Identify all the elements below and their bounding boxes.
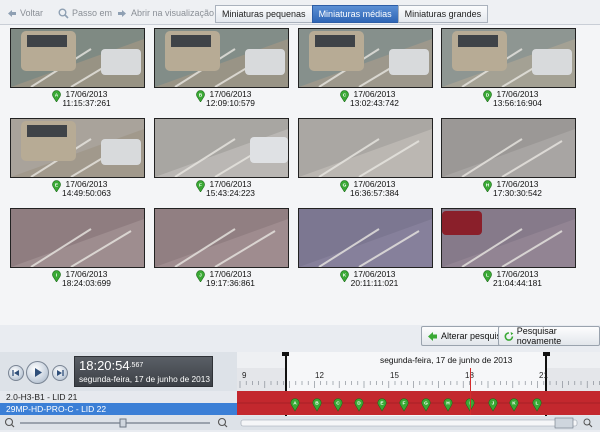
step-label: Passo em	[72, 8, 113, 18]
thumbnail-image[interactable]	[441, 118, 576, 178]
scrollbar-thumb[interactable]	[554, 417, 574, 429]
thumbnail-image[interactable]	[154, 118, 289, 178]
thumbnail-time: 17:30:30:542	[493, 188, 542, 198]
current-time: 18:20:54	[79, 358, 130, 373]
hour-tick-label: 21	[539, 371, 548, 380]
thumbnail-time: 21:04:44:181	[493, 278, 542, 288]
thumbnail-caption: 17/06/2013 18:24:03:699	[20, 270, 153, 288]
tab-medium-thumbnails[interactable]: Miniaturas médias	[311, 5, 399, 23]
svg-text:D: D	[357, 401, 361, 407]
thumbnail-time: 16:36:57:384	[350, 188, 399, 198]
track-label: 29MP-HD-PRO-C - LID 22	[6, 404, 107, 414]
tab-small-thumbnails[interactable]: Miniaturas pequenas	[215, 5, 313, 23]
thumbnail-caption: 17/06/2013 11:15:37:261	[20, 90, 153, 108]
thumbnail-time: 13:56:16:904	[493, 98, 542, 108]
track-row-2[interactable]: 29MP-HD-PRO-C - LID 22	[0, 403, 237, 415]
svg-text:F: F	[403, 401, 406, 407]
play-button[interactable]	[26, 361, 49, 384]
zoom-slider-track[interactable]	[20, 422, 210, 424]
track-row-1[interactable]: 2.0-H3-B1 - LID 21	[0, 391, 237, 403]
next-icon	[57, 370, 64, 376]
zoom-slider-thumb[interactable]	[119, 418, 127, 428]
thumbnail-image[interactable]	[298, 208, 433, 268]
previous-icon	[12, 370, 19, 376]
search-again-button[interactable]: Pesquisar novamente	[498, 326, 600, 346]
current-time-ms: .567	[129, 362, 144, 369]
thumbnail-caption: 17/06/2013 13:02:43:742	[308, 90, 441, 108]
thumbnail-image[interactable]	[154, 208, 289, 268]
svg-text:H: H	[446, 401, 450, 407]
green-arrow-icon	[428, 331, 437, 341]
svg-text:L: L	[536, 401, 539, 407]
thumbnail-caption: 17/06/2013 12:09:10:579	[164, 90, 297, 108]
zoom-bar	[0, 416, 237, 430]
forward-arrow-icon	[118, 9, 126, 17]
thumbnail-caption: 17/06/2013 20:11:11:021	[308, 270, 441, 288]
thumbnail-time: 20:11:11:021	[350, 278, 399, 288]
svg-text:A: A	[293, 401, 297, 407]
svg-text:J: J	[492, 401, 495, 407]
thumbnail-image[interactable]	[10, 28, 145, 88]
zoom-out-icon[interactable]	[4, 417, 15, 428]
thumbnail-time: 15:43:24:223	[206, 188, 255, 198]
thumbnail-image[interactable]	[154, 28, 289, 88]
refresh-icon	[504, 331, 514, 341]
timeline[interactable]: segunda-feira, 17 de junho de 2013 9 12 15…	[237, 350, 600, 430]
back-label: Voltar	[20, 8, 44, 18]
search-again-label: Pesquisar novamente	[516, 326, 562, 346]
svg-text:B: B	[315, 401, 319, 407]
thumbnail-image[interactable]	[10, 118, 145, 178]
thumbnail-image[interactable]	[298, 28, 433, 88]
playhead[interactable]	[470, 368, 471, 415]
current-time-display: 18:20:54.567 segunda-feira, 17 de junho …	[74, 356, 213, 387]
thumbnail-time: 11:15:37:261	[62, 98, 111, 108]
thumbnail-image[interactable]	[441, 28, 576, 88]
play-icon	[35, 368, 42, 377]
back-arrow-icon	[8, 9, 16, 17]
current-date: segunda-feira, 17 de junho de 2013	[79, 374, 211, 384]
change-search-label: Alterar pesquisa	[441, 331, 507, 341]
tab-large-thumbnails[interactable]: Miniaturas grandes	[397, 5, 489, 23]
thumbnail-time: 14:49:50:063	[62, 188, 111, 198]
thumbnail-caption: 17/06/2013 14:49:50:063	[20, 180, 153, 198]
open-in-view-button[interactable]: Abrir na visualização	[117, 5, 214, 21]
thumbnail-image[interactable]	[10, 208, 145, 268]
thumbnail-caption: 17/06/2013 16:36:57:384	[308, 180, 441, 198]
thumbnail-time: 12:09:10:579	[206, 98, 255, 108]
svg-text:G: G	[424, 401, 428, 407]
thumbnail-caption: 17/06/2013 15:43:24:223	[164, 180, 297, 198]
thumbnail-caption: 17/06/2013 17:30:30:542	[451, 180, 584, 198]
thumbnail-image[interactable]	[298, 118, 433, 178]
hour-tick-label: 9	[242, 371, 247, 380]
open-in-view-label: Abrir na visualização	[131, 8, 215, 18]
previous-frame-button[interactable]	[8, 365, 24, 381]
thumbnail-time: 18:24:03:699	[62, 278, 111, 288]
hour-tick-label: 12	[315, 371, 324, 380]
svg-text:C: C	[336, 401, 340, 407]
timeline-date-label: segunda-feira, 17 de junho de 2013	[380, 355, 513, 365]
thumbnail-time: 13:02:43:742	[350, 98, 399, 108]
hour-tick-label: 18	[465, 371, 474, 380]
thumbnail-image[interactable]	[441, 208, 576, 268]
thumbnail-caption: 17/06/2013 21:04:44:181	[451, 270, 584, 288]
track-label: 2.0-H3-B1 - LID 21	[6, 392, 78, 402]
timeline-scrollbar[interactable]	[240, 419, 578, 427]
svg-text:K: K	[512, 401, 516, 407]
zoom-in-icon[interactable]	[217, 417, 228, 428]
thumbnail-caption: 17/06/2013 13:56:16:904	[451, 90, 584, 108]
thumbnail-time: 19:17:36:861	[206, 278, 255, 288]
hour-tick-label: 15	[390, 371, 399, 380]
next-frame-button[interactable]	[52, 365, 68, 381]
toolbar: Voltar Passo em Abrir na visualização Mi…	[0, 0, 600, 25]
step-button[interactable]: Passo em	[58, 5, 112, 21]
thumbnail-caption: 17/06/2013 19:17:36:861	[164, 270, 297, 288]
zoom-icon	[58, 8, 69, 19]
thumbnail-size-tabs: Miniaturas pequenas Miniaturas médias Mi…	[215, 5, 489, 23]
back-button[interactable]: Voltar	[6, 5, 43, 21]
